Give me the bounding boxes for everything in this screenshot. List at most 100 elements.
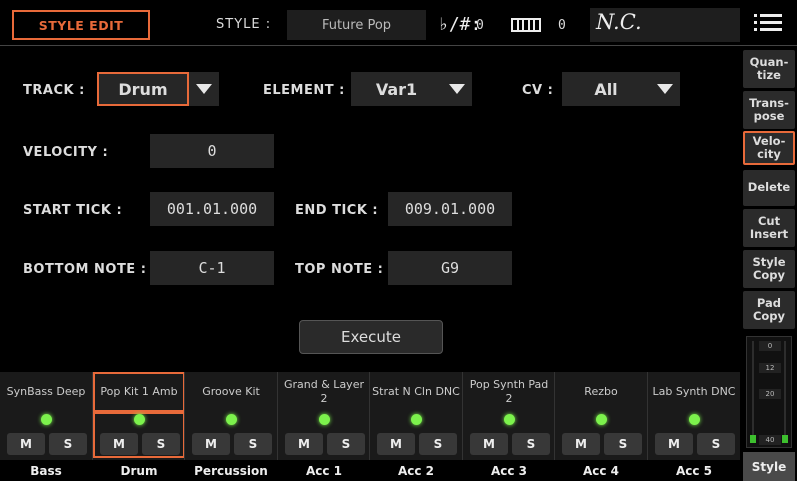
track-type-label: Acc 2	[370, 460, 462, 481]
track-sound-name[interactable]: Pop Kit 1 Amb	[93, 372, 185, 412]
mute-button[interactable]: M	[100, 433, 138, 455]
page-title: STYLE EDIT	[12, 10, 150, 40]
track-type-label: Bass	[0, 460, 92, 481]
delete-button[interactable]: Delete	[743, 170, 795, 206]
top-note-label: TOP NOTE :	[295, 262, 384, 277]
track-sound-name[interactable]: Strat N Cln DNC	[370, 372, 462, 412]
track-strip: SynBass Deep M S Bass Pop Kit 1 Amb M S Drum Gro…	[0, 372, 740, 481]
flat-sharp-label: ♭/#:	[438, 14, 482, 35]
track-separator	[647, 372, 648, 460]
track-acc-2[interactable]: Strat N Cln DNC M S Acc 2	[370, 372, 462, 481]
meter-tick: 0	[759, 341, 781, 351]
hamburger-menu-icon[interactable]	[754, 14, 782, 32]
bottom-note-field[interactable]: C-1	[150, 251, 274, 285]
track-acc-3[interactable]: Pop Synth Pad 2 M S Acc 3	[463, 372, 555, 481]
track-select[interactable]: Drum	[97, 72, 189, 106]
track-status-led	[504, 414, 515, 425]
style-name-button[interactable]: Future Pop	[287, 10, 426, 40]
cv-dropdown-arrow-icon[interactable]	[650, 72, 680, 106]
meter-tick: 12	[759, 363, 781, 373]
element-select[interactable]: Var1	[351, 72, 442, 106]
solo-button[interactable]: S	[49, 433, 87, 455]
mute-button[interactable]: M	[377, 433, 415, 455]
cv-select[interactable]: All	[562, 72, 650, 106]
track-type-label: Drum	[93, 460, 185, 481]
top-note-field[interactable]: G9	[388, 251, 512, 285]
end-tick-field[interactable]: 009.01.000	[388, 192, 512, 226]
top-bar: STYLE EDIT STYLE : Future Pop ♭/#: 0 0 N…	[0, 0, 797, 44]
style-copy-button[interactable]: Style Copy	[743, 250, 795, 288]
mute-button[interactable]: M	[470, 433, 508, 455]
meter-tick: 40	[759, 435, 781, 445]
style-label: STYLE :	[216, 17, 272, 32]
meter-tick: 20	[759, 389, 781, 399]
track-type-label: Acc 3	[463, 460, 555, 481]
keyboard-icon	[511, 18, 541, 32]
track-bass[interactable]: SynBass Deep M S Bass	[0, 372, 92, 481]
track-separator	[462, 372, 463, 460]
start-tick-field[interactable]: 001.01.000	[150, 192, 274, 226]
mute-button[interactable]: M	[285, 433, 323, 455]
keyboard-transpose-value: 0	[558, 18, 566, 33]
track-label: TRACK :	[23, 83, 85, 98]
track-status-led	[226, 414, 237, 425]
track-status-led	[689, 414, 700, 425]
transpose-button[interactable]: Trans-pose	[743, 91, 795, 129]
velocity-label: VELOCITY :	[23, 145, 109, 160]
execute-button[interactable]: Execute	[299, 320, 443, 354]
track-type-label: Acc 1	[278, 460, 370, 481]
cv-label: CV :	[522, 83, 554, 98]
flat-sharp-value: 0	[476, 18, 484, 33]
track-sound-name[interactable]: SynBass Deep	[0, 372, 92, 412]
meter-level-left	[750, 435, 756, 443]
top-divider	[0, 45, 797, 46]
track-percussion[interactable]: Groove Kit M S Percussion	[185, 372, 277, 481]
solo-button[interactable]: S	[234, 433, 272, 455]
solo-button[interactable]: S	[419, 433, 457, 455]
track-type-label: Percussion	[185, 460, 277, 481]
mute-button[interactable]: M	[655, 433, 693, 455]
end-tick-label: END TICK :	[295, 203, 379, 218]
cut-insert-button[interactable]: Cut Insert	[743, 209, 795, 247]
element-label: ELEMENT :	[263, 83, 345, 98]
track-sound-name[interactable]: Rezbo	[555, 372, 647, 412]
element-dropdown-arrow-icon[interactable]	[442, 72, 472, 106]
velocity-field[interactable]: 0	[150, 134, 274, 168]
track-separator	[184, 372, 185, 460]
chord-name: N.C.	[596, 10, 642, 34]
meter-level-right	[782, 435, 788, 443]
mute-button[interactable]: M	[562, 433, 600, 455]
level-meter: 0 12 20 40	[746, 336, 792, 448]
track-dropdown-arrow-icon[interactable]	[189, 72, 219, 106]
mute-button[interactable]: M	[192, 433, 230, 455]
quantize-button[interactable]: Quan-tize	[743, 50, 795, 88]
style-tab[interactable]: Style	[743, 452, 795, 481]
track-status-led	[134, 414, 145, 425]
track-separator	[554, 372, 555, 460]
track-type-label: Acc 4	[555, 460, 647, 481]
track-separator	[277, 372, 278, 460]
velocity-button[interactable]: Velo-city	[743, 131, 795, 165]
solo-button[interactable]: S	[512, 433, 550, 455]
bottom-note-label: BOTTOM NOTE :	[23, 262, 147, 277]
track-sound-name[interactable]: Groove Kit	[185, 372, 277, 412]
track-sound-name[interactable]: Lab Synth DNC	[648, 372, 740, 412]
start-tick-label: START TICK :	[23, 203, 123, 218]
solo-button[interactable]: S	[327, 433, 365, 455]
track-acc-5[interactable]: Lab Synth DNC M S Acc 5	[648, 372, 740, 481]
track-sound-name[interactable]: Pop Synth Pad 2	[463, 372, 555, 412]
track-status-led	[319, 414, 330, 425]
track-separator	[369, 372, 370, 460]
mute-button[interactable]: M	[7, 433, 45, 455]
track-status-led	[596, 414, 607, 425]
track-status-led	[411, 414, 422, 425]
solo-button[interactable]: S	[604, 433, 642, 455]
solo-button[interactable]: S	[142, 433, 180, 455]
track-drum[interactable]: Pop Kit 1 Amb M S Drum	[93, 372, 185, 481]
track-acc-4[interactable]: Rezbo M S Acc 4	[555, 372, 647, 481]
solo-button[interactable]: S	[697, 433, 735, 455]
track-acc-1[interactable]: Grand & Layer 2 M S Acc 1	[278, 372, 370, 481]
track-status-led	[41, 414, 52, 425]
track-sound-name[interactable]: Grand & Layer 2	[278, 372, 370, 412]
pad-copy-button[interactable]: Pad Copy	[743, 291, 795, 329]
